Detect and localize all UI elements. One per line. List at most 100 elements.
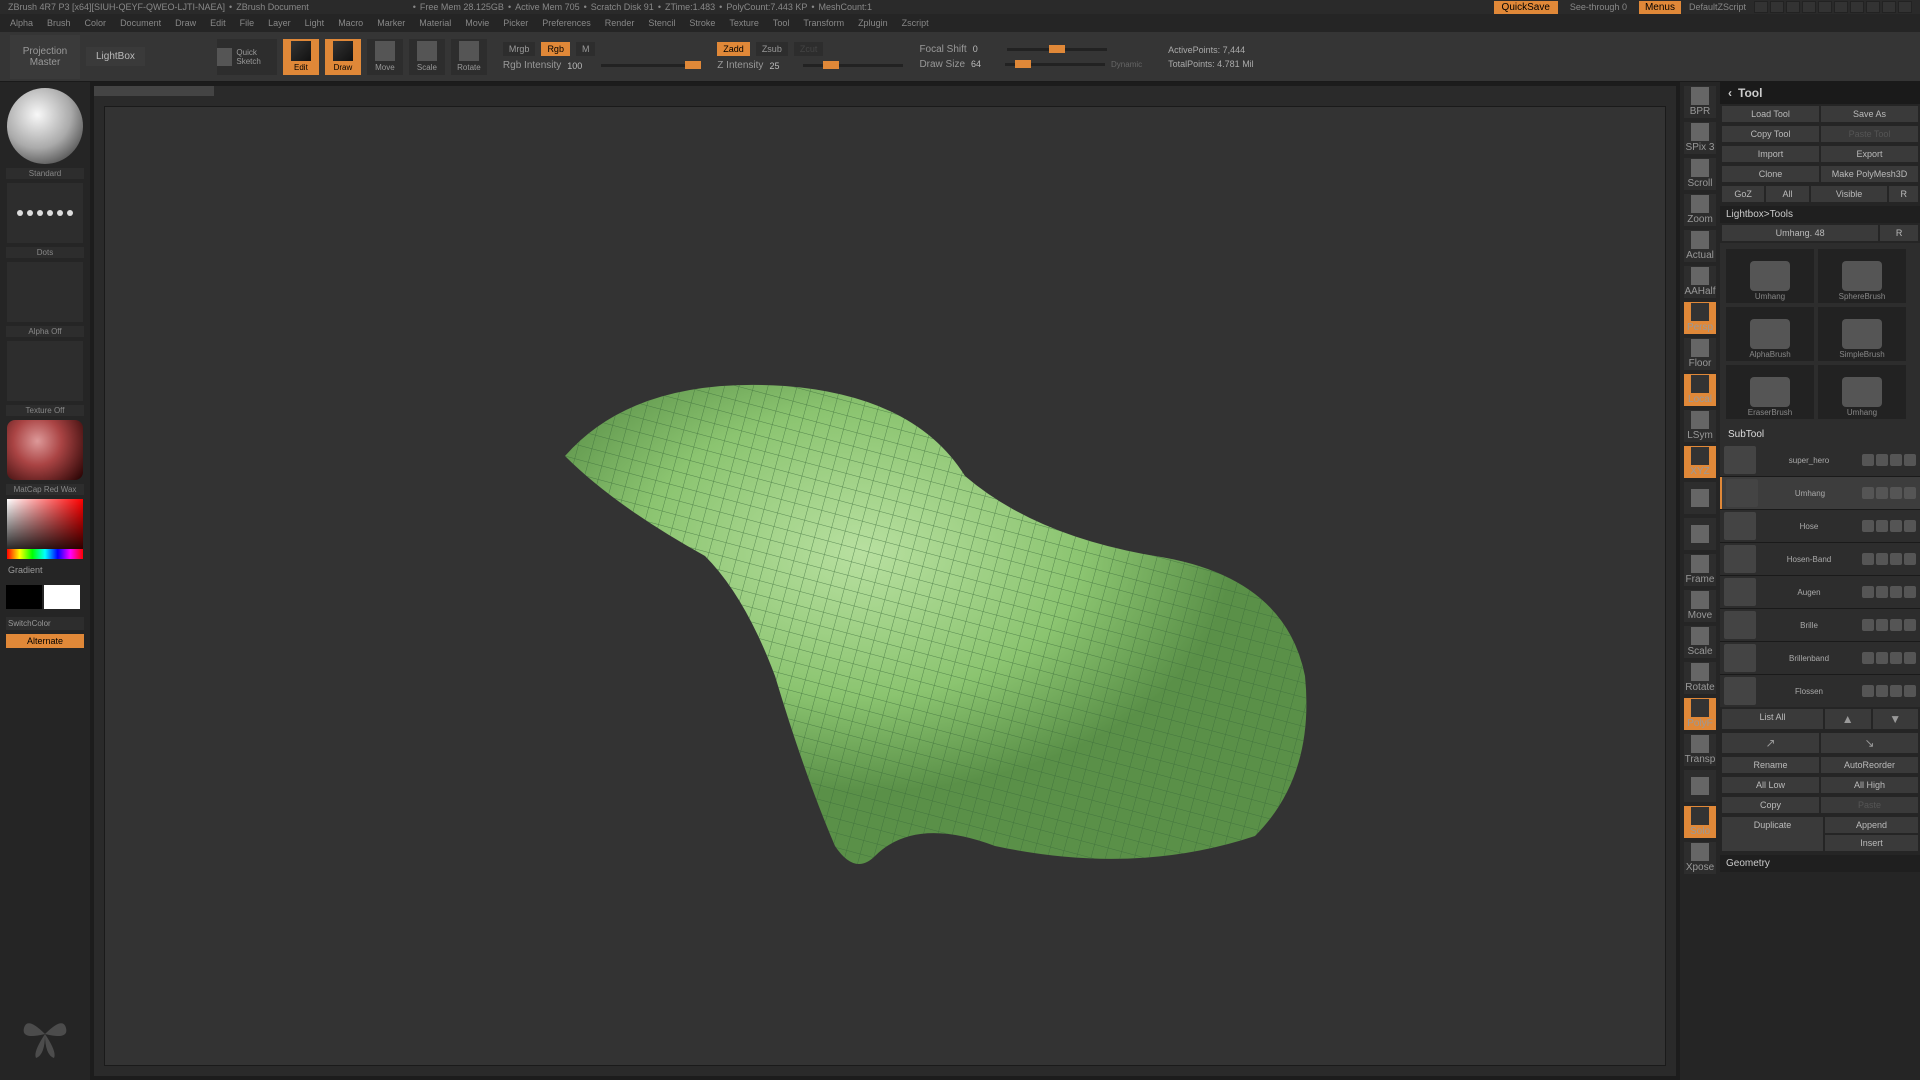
win-icon[interactable] (1770, 1, 1784, 13)
subtool-flossen[interactable]: Flossen (1720, 675, 1920, 707)
white-swatch[interactable] (44, 585, 80, 609)
seethrough-slider[interactable]: See-through 0 (1570, 2, 1627, 12)
geometry-section[interactable]: Geometry (1720, 855, 1920, 872)
paste-tool-button[interactable]: Paste Tool (1821, 126, 1918, 142)
paste-button[interactable]: Paste (1821, 797, 1918, 813)
subtool-toggle-icon[interactable] (1862, 619, 1874, 631)
rstrip-move[interactable]: Move (1684, 590, 1716, 622)
quicksave-button[interactable]: QuickSave (1494, 1, 1558, 14)
tool-simplebrush[interactable]: SimpleBrush (1818, 307, 1906, 361)
win-icon[interactable] (1818, 1, 1832, 13)
menu-render[interactable]: Render (605, 18, 635, 28)
projection-master-button[interactable]: Projection Master (10, 35, 80, 79)
rstrip-actual[interactable]: Actual (1684, 230, 1716, 262)
rstrip-persp[interactable]: Persp (1684, 302, 1716, 334)
material-preview[interactable] (7, 420, 83, 480)
clone-button[interactable]: Clone (1722, 166, 1819, 182)
down-arrow-button[interactable]: ▼ (1873, 709, 1919, 729)
canvas-tab[interactable] (94, 86, 214, 96)
subtool-toggle-icon[interactable] (1862, 685, 1874, 697)
rename-button[interactable]: Rename (1722, 757, 1819, 773)
subtool-toggle-icon[interactable] (1904, 619, 1916, 631)
up-arrow-button[interactable]: ▲ (1825, 709, 1871, 729)
menu-brush[interactable]: Brush (47, 18, 71, 28)
rstrip-scale[interactable]: Scale (1684, 626, 1716, 658)
rstrip-zoom[interactable]: Zoom (1684, 194, 1716, 226)
rstrip-scroll[interactable]: Scroll (1684, 158, 1716, 190)
tool-alphabrush[interactable]: AlphaBrush (1726, 307, 1814, 361)
viewport[interactable] (104, 106, 1666, 1066)
move-up-button[interactable]: ↗ (1722, 733, 1819, 753)
z-intensity-slider[interactable] (803, 64, 903, 67)
menu-material[interactable]: Material (419, 18, 451, 28)
dynamic-label[interactable]: Dynamic (1111, 60, 1142, 69)
menu-texture[interactable]: Texture (729, 18, 759, 28)
rstrip-btn11[interactable] (1684, 482, 1716, 514)
move-mode-button[interactable]: Move (367, 39, 403, 75)
current-tool[interactable]: Umhang. 48 (1722, 225, 1878, 241)
stroke-preview[interactable] (7, 183, 83, 243)
append-button[interactable]: Append (1825, 817, 1918, 833)
rstrip-local[interactable]: Local (1684, 374, 1716, 406)
edit-mode-button[interactable]: Edit (283, 39, 319, 75)
subtool-hose[interactable]: Hose (1720, 510, 1920, 542)
default-script[interactable]: DefaultZScript (1689, 2, 1746, 12)
visible-button[interactable]: Visible (1811, 186, 1888, 202)
switchcolor-button[interactable]: SwitchColor (6, 617, 84, 630)
draw-mode-button[interactable]: Draw (325, 39, 361, 75)
subtool-toggle-icon[interactable] (1876, 553, 1888, 565)
subtool-toggle-icon[interactable] (1862, 520, 1874, 532)
alternate-button[interactable]: Alternate (6, 634, 84, 648)
lightbox-button[interactable]: LightBox (86, 47, 145, 66)
menu-alpha[interactable]: Alpha (10, 18, 33, 28)
rstrip-transp[interactable]: Transp (1684, 734, 1716, 766)
subtool-toggle-icon[interactable] (1862, 487, 1874, 499)
subtool-toggle-icon[interactable] (1890, 487, 1902, 499)
menu-movie[interactable]: Movie (465, 18, 489, 28)
move-down-button[interactable]: ↘ (1821, 733, 1918, 753)
subtool-toggle-icon[interactable] (1862, 586, 1874, 598)
subtool-toggle-icon[interactable] (1904, 652, 1916, 664)
close-icon[interactable] (1898, 1, 1912, 13)
export-button[interactable]: Export (1821, 146, 1918, 162)
menus-toggle[interactable]: Menus (1639, 1, 1681, 14)
duplicate-button[interactable]: Duplicate (1722, 817, 1823, 851)
subtool-toggle-icon[interactable] (1876, 652, 1888, 664)
tool-umhang[interactable]: Umhang (1818, 365, 1906, 419)
tool-umhang[interactable]: Umhang (1726, 249, 1814, 303)
win-icon[interactable] (1754, 1, 1768, 13)
zcut-button[interactable]: Zcut (794, 42, 824, 56)
rstrip-solo[interactable]: Solo (1684, 806, 1716, 838)
rstrip-spix 3[interactable]: SPix 3 (1684, 122, 1716, 154)
all-button[interactable]: All (1766, 186, 1808, 202)
rstrip-rotate[interactable]: Rotate (1684, 662, 1716, 694)
subtool-toggle-icon[interactable] (1862, 652, 1874, 664)
subtool-toggle-icon[interactable] (1890, 652, 1902, 664)
menu-preferences[interactable]: Preferences (542, 18, 591, 28)
menu-color[interactable]: Color (85, 18, 107, 28)
subtool-hosen-band[interactable]: Hosen-Band (1720, 543, 1920, 575)
back-arrow-icon[interactable]: ‹ (1728, 86, 1732, 100)
subtool-toggle-icon[interactable] (1904, 586, 1916, 598)
import-button[interactable]: Import (1722, 146, 1819, 162)
rstrip-floor[interactable]: Floor (1684, 338, 1716, 370)
menu-draw[interactable]: Draw (175, 18, 196, 28)
subtool-toggle-icon[interactable] (1904, 520, 1916, 532)
menu-edit[interactable]: Edit (210, 18, 226, 28)
menu-stencil[interactable]: Stencil (648, 18, 675, 28)
menu-layer[interactable]: Layer (268, 18, 291, 28)
goz-button[interactable]: GoZ (1722, 186, 1764, 202)
draw-size-slider[interactable] (1005, 63, 1105, 66)
texture-preview[interactable] (7, 341, 83, 401)
copy-tool-button[interactable]: Copy Tool (1722, 126, 1819, 142)
quicksketch-button[interactable]: Quick Sketch (217, 39, 277, 75)
subtool-toggle-icon[interactable] (1890, 553, 1902, 565)
color-picker[interactable] (7, 499, 83, 559)
subtool-brille[interactable]: Brille (1720, 609, 1920, 641)
hue-strip[interactable] (7, 549, 83, 559)
rstrip-lsym[interactable]: LSym (1684, 410, 1716, 442)
subtool-header[interactable]: SubTool (1720, 425, 1920, 444)
insert-button[interactable]: Insert (1825, 835, 1918, 851)
scale-mode-button[interactable]: Scale (409, 39, 445, 75)
focal-shift-slider[interactable] (1007, 48, 1107, 51)
